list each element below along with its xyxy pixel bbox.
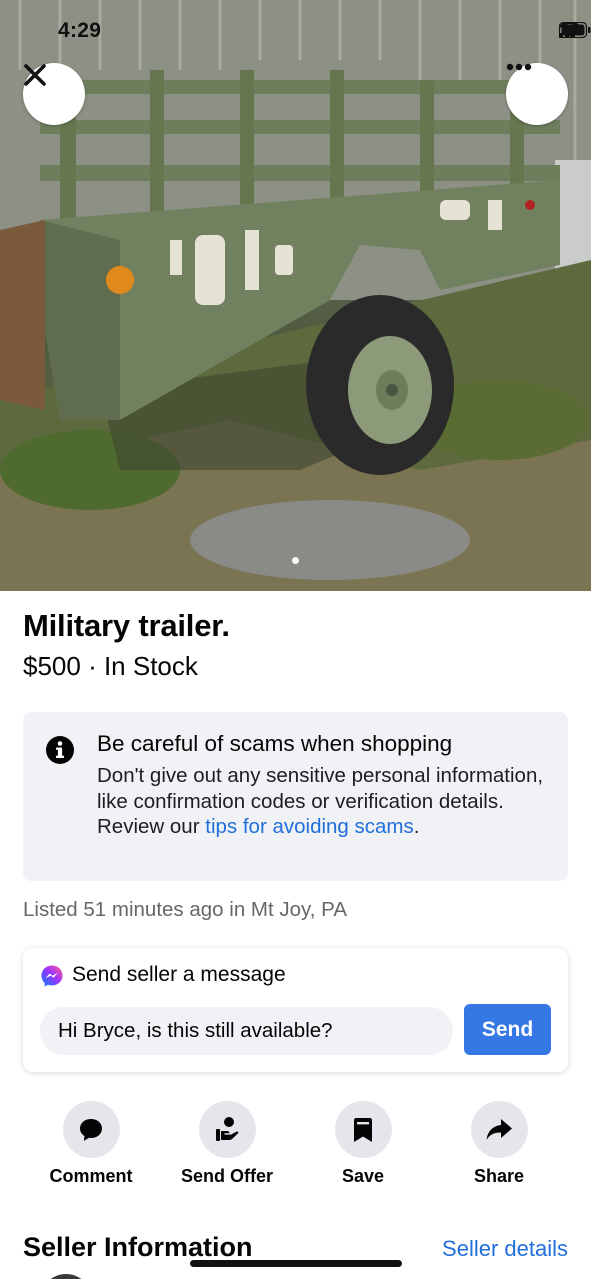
message-input[interactable]	[40, 1007, 453, 1055]
listing-price: $500 · In Stock	[23, 651, 198, 681]
message-seller-card: Send seller a message Send	[23, 948, 568, 1072]
status-bar: 4:29	[0, 0, 591, 62]
close-button[interactable]	[23, 63, 85, 125]
more-icon	[506, 63, 532, 71]
send-offer-button[interactable]	[198, 1101, 256, 1158]
send-button[interactable]: Send	[464, 1004, 551, 1055]
action-row: Comment Send Offer Save Share	[0, 1101, 591, 1191]
share-icon	[486, 1118, 512, 1140]
comment-button[interactable]	[62, 1101, 120, 1158]
close-icon	[24, 64, 46, 86]
scam-warning-body: Don't give out any sensitive personal in…	[97, 763, 547, 840]
share-action[interactable]: Share	[429, 1101, 569, 1187]
comment-icon	[80, 1118, 102, 1141]
trailer-photo-illustration	[0, 0, 591, 591]
comment-action[interactable]: Comment	[21, 1101, 161, 1187]
send-offer-action[interactable]: Send Offer	[157, 1101, 297, 1187]
send-offer-icon	[216, 1116, 239, 1141]
status-time: 4:29	[58, 19, 102, 42]
comment-label: Comment	[49, 1166, 133, 1186]
home-indicator[interactable]	[190, 1260, 402, 1267]
more-options-button[interactable]	[506, 63, 568, 125]
bookmark-icon	[354, 1117, 372, 1142]
scam-warning-heading: Be careful of scams when shopping	[97, 731, 453, 756]
save-button[interactable]	[334, 1101, 392, 1158]
message-heading: Send seller a message	[72, 963, 286, 986]
save-action[interactable]: Save	[293, 1101, 433, 1187]
avoid-scams-link[interactable]: tips for avoiding scams	[205, 815, 414, 838]
messenger-icon	[41, 965, 63, 987]
seller-avatar[interactable]	[40, 1274, 92, 1279]
seller-details-link[interactable]: Seller details	[442, 1236, 568, 1262]
listed-time-location: Listed 51 minutes ago in Mt Joy, PA	[23, 898, 347, 921]
seller-information-heading: Seller Information	[23, 1232, 253, 1262]
scam-warning-card: Be careful of scams when shopping Don't …	[23, 712, 568, 881]
info-icon	[46, 736, 74, 764]
share-label: Share	[473, 1166, 525, 1186]
carousel-dot-active[interactable]	[292, 557, 299, 564]
send-offer-label: Send Offer	[180, 1166, 273, 1186]
carousel-dots	[0, 557, 591, 564]
scam-warning-end: .	[413, 815, 420, 838]
share-button[interactable]	[470, 1101, 528, 1158]
listing-title: Military trailer.	[23, 608, 230, 643]
battery-icon	[559, 22, 591, 38]
save-label: Save	[341, 1166, 385, 1186]
listing-photo[interactable]: 4:29	[0, 0, 591, 591]
